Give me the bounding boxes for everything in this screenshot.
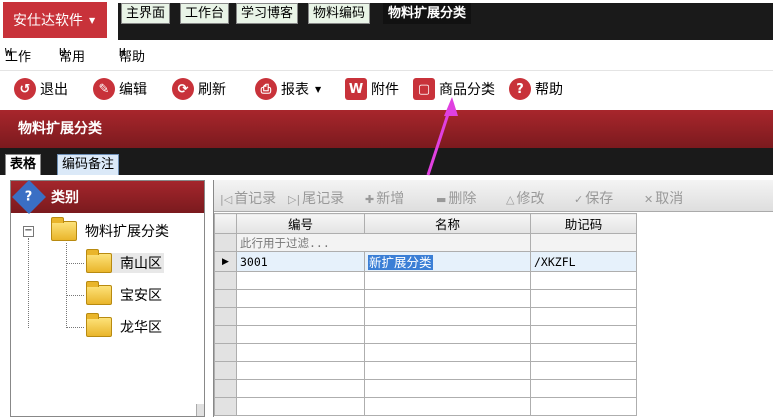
tab-code-note[interactable]: 编码备注 (57, 154, 120, 175)
column-header-mnemonic[interactable]: 助记码 (530, 213, 637, 234)
empty-row (214, 361, 637, 380)
cell-code[interactable]: 3001 (236, 251, 365, 272)
triangle-icon: △ (506, 193, 515, 206)
empty-row (214, 307, 637, 326)
first-record-button[interactable]: |◁ 首记录 (220, 188, 276, 208)
tab-material-ext-category[interactable]: 物料扩展分类 (383, 3, 472, 24)
tab-material-code[interactable]: 物料编码 (308, 3, 371, 24)
refresh-icon: ⟳ (172, 78, 194, 100)
modify-button[interactable]: △ 修改 (506, 188, 544, 208)
filter-hint[interactable]: 此行用于过滤... (236, 233, 531, 252)
tree-node-longhua[interactable]: 龙华区 (86, 313, 162, 337)
top-bar: 安仕达软件 ▼ 主界面 工作台 学习博客 物料编码 物料扩展分类 (0, 0, 773, 40)
app-name: 安仕达软件 (13, 13, 83, 29)
tab-workbench[interactable]: 工作台 (180, 3, 230, 24)
cell-mnemonic[interactable]: /XKZFL (530, 251, 637, 272)
column-header-name[interactable]: 名称 (364, 213, 531, 234)
last-record-button[interactable]: ▷| 尾记录 (288, 188, 344, 208)
tree-node-root[interactable]: 物料扩展分类 (51, 217, 169, 241)
category-header: ? 类别 (11, 180, 204, 214)
empty-row (214, 325, 637, 344)
filter-row[interactable]: 此行用于过滤... (214, 233, 637, 252)
question-icon: ? (509, 78, 531, 100)
exit-button[interactable]: ↺ 退出 (14, 76, 68, 102)
add-button[interactable]: ✚ 新增 (365, 188, 404, 208)
delete-button[interactable]: ▬ 删除 (436, 188, 476, 208)
column-header-code[interactable]: 编号 (236, 213, 365, 234)
folder-icon (86, 313, 112, 337)
scrollbar[interactable] (196, 404, 204, 416)
tab-strip: 主界面 工作台 学习博客 物料编码 物料扩展分类 (118, 0, 773, 40)
empty-row (214, 379, 637, 398)
plus-icon: ✚ (365, 193, 375, 206)
folder-icon (86, 281, 112, 305)
chevron-down-icon: ▼ (89, 15, 96, 25)
report-button[interactable]: ⎙ 报表 ▼ (255, 76, 321, 102)
empty-row (214, 271, 637, 290)
tree-node-nanshan[interactable]: 南山区 (86, 249, 164, 273)
grid-toolbar: |◁ 首记录 ▷| 尾记录 ✚ 新增 ▬ 删除 △ 修改 ✓ 保存 ✕ 取消 (214, 180, 773, 212)
folder-icon (51, 217, 77, 241)
word-doc-icon: W (345, 78, 367, 100)
printer-icon: ⎙ (255, 78, 277, 100)
app-menu-button[interactable]: 安仕达软件 ▼ (3, 2, 107, 38)
collapse-toggle[interactable]: − (23, 226, 34, 237)
data-grid: 编号 名称 助记码 此行用于过滤... ▶ 3001 新扩展分类 /XKZFL (214, 213, 773, 417)
edit-button[interactable]: ✎ 编辑 (93, 76, 147, 102)
view-tabs: 表格 编码备注 (0, 148, 773, 175)
empty-row (214, 289, 637, 308)
tab-blog[interactable]: 学习博客 (236, 3, 299, 24)
tab-grid[interactable]: 表格 (5, 154, 42, 175)
grid-panel: |◁ 首记录 ▷| 尾记录 ✚ 新增 ▬ 删除 △ 修改 ✓ 保存 ✕ 取消 编号 名称 助记… (213, 180, 773, 417)
product-category-button[interactable]: ▢ 商品分类 (413, 76, 495, 102)
question-icon: ? (12, 180, 46, 214)
refresh-button[interactable]: ⟳ 刷新 (172, 76, 226, 102)
page-title: 物料扩展分类 (0, 110, 773, 148)
empty-row (214, 397, 637, 416)
empty-row (214, 343, 637, 362)
tab-main[interactable]: 主界面 (121, 3, 171, 24)
help-button[interactable]: ? 帮助 (509, 76, 563, 102)
first-icon: |◁ (220, 193, 233, 206)
minus-icon: ▬ (436, 193, 447, 206)
grid-corner (214, 213, 237, 234)
table-row[interactable]: ▶ 3001 新扩展分类 /XKZFL (214, 251, 637, 272)
close-icon: ✕ (644, 193, 654, 206)
last-icon: ▷| (288, 193, 301, 206)
category-panel: ? 类别 − 物料扩展分类 南山区 宝安区 龙华区 (10, 180, 205, 417)
save-button[interactable]: ✓ 保存 (574, 188, 613, 208)
cell-name[interactable]: 新扩展分类 (364, 251, 531, 272)
chevron-down-icon[interactable]: ▼ (315, 85, 321, 94)
cancel-button[interactable]: ✕ 取消 (644, 188, 683, 208)
attachment-button[interactable]: W 附件 (345, 76, 399, 102)
exit-icon: ↺ (14, 78, 36, 100)
check-icon: ✓ (574, 193, 584, 206)
tree-node-baoan[interactable]: 宝安区 (86, 281, 162, 305)
window-icon: ▢ (413, 78, 435, 100)
folder-icon (86, 249, 112, 273)
pencil-icon: ✎ (93, 78, 115, 100)
main-toolbar: ↺ 退出 ✎ 编辑 ⟳ 刷新 ⎙ 报表 ▼ W 附件 ▢ 商品分类 ? 帮助 (0, 70, 773, 108)
row-pointer-icon: ▶ (214, 251, 237, 272)
